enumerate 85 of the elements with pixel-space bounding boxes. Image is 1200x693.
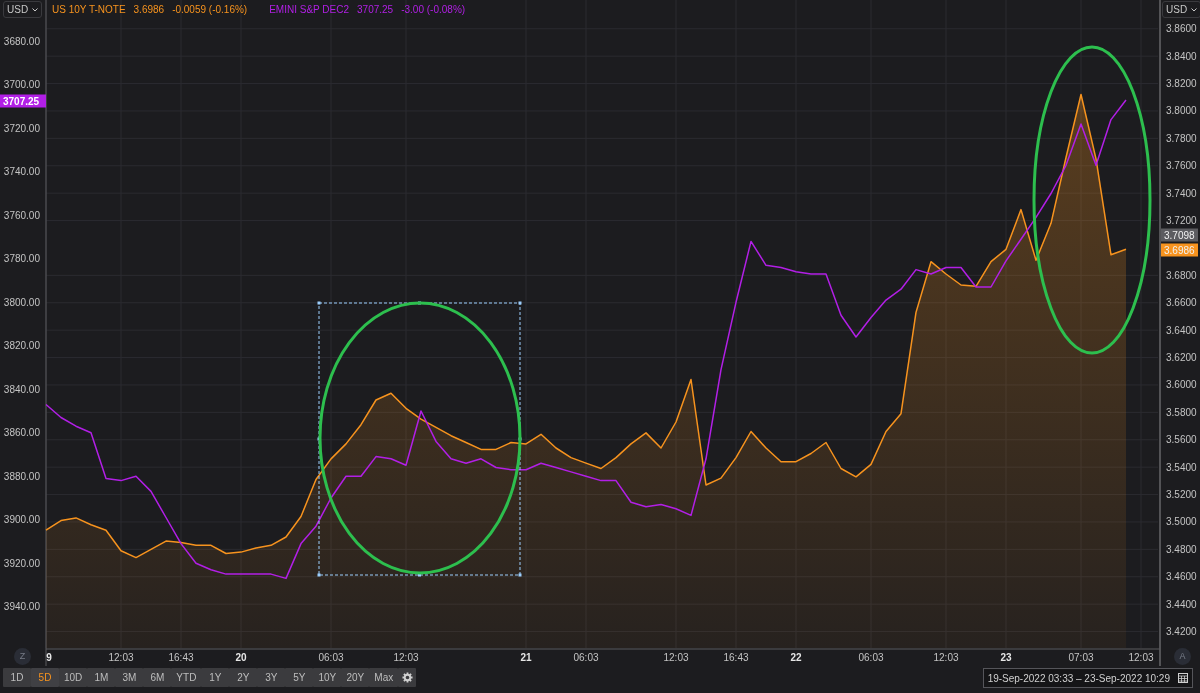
legend-series-name: US 10Y T-NOTE [52,3,126,17]
axis-label: 3.7400 [1166,187,1197,199]
axis-label: 3800.00 [3,296,40,308]
axis-label: 16:43 [168,652,194,663]
axis-label: 3880.00 [3,470,40,482]
axis-label: 3900.00 [3,514,40,526]
axis-label: 22 [790,652,802,663]
price-tag: 3.6986 [1161,243,1198,257]
axis-label: 3740.00 [3,166,40,178]
axis-label: 07:03 [1068,652,1094,663]
axis-label: 3.4800 [1166,543,1197,555]
axis-label: 23 [1000,652,1012,663]
axis-label: 3.6000 [1166,379,1197,391]
legend-change: -0.0059 (-0.16%) [172,3,248,17]
axis-label: 3.5600 [1166,434,1197,446]
axis-label: 3.5400 [1166,461,1197,473]
settings-button[interactable] [398,668,417,687]
axis-label: 9 [46,652,52,663]
axis-label: 3840.00 [3,383,40,395]
axis-label: 20 [235,652,247,663]
legend-series-name: EMINI S&P DEC2 [269,3,350,17]
range-button[interactable]: 20Y [341,668,370,687]
axis-label: 3.6800 [1166,269,1197,281]
axis-label: 3.8400 [1166,50,1197,62]
legend-value: 3707.25 [357,3,394,17]
range-button[interactable]: 6M [143,668,172,687]
range-button[interactable]: 5D [31,668,59,687]
axis-label: 06:03 [573,652,599,663]
caret-icon [32,7,39,12]
axis-label: 3.5000 [1166,516,1197,528]
axis-label: 3.7200 [1166,215,1197,227]
axis-label: 3.6600 [1166,297,1197,309]
range-button[interactable]: 3M [115,668,144,687]
axis-label: 3920.00 [3,557,40,569]
range-button[interactable]: YTD [171,668,202,687]
range-button[interactable]: Max [369,668,399,687]
range-button[interactable]: 1M [87,668,116,687]
axis-label: 3.4400 [1166,598,1197,610]
currency-dropdown[interactable]: USD [1162,1,1200,18]
axis-label: 3.4200 [1166,626,1197,638]
axis-label: 12:03 [663,652,689,663]
axis-label: 3.8000 [1166,105,1197,117]
caret-icon [1191,7,1198,12]
axis-label: 3.8200 [1166,78,1197,90]
axis-label: 3.7600 [1166,160,1197,172]
range-button[interactable]: 10Y [313,668,342,687]
axis-label: 3.8600 [1166,23,1197,35]
axis-label: 06:03 [318,652,344,663]
axis-label: 3780.00 [3,253,40,265]
axis-label: 3760.00 [3,209,40,221]
axis-label: 3940.00 [3,601,40,613]
legend-value: 3.6986 [133,3,165,17]
zoom-button[interactable]: Z [14,648,31,665]
auto-scale-button[interactable]: A [1174,648,1191,665]
axis-label: 3.6400 [1166,324,1197,336]
legend-change: -3.00 (-0.08%) [401,3,466,17]
price-tag: 3.7098 [1161,228,1198,242]
settings-icon [401,672,413,683]
axis-label: 3720.00 [3,122,40,134]
axis-label: 12:03 [393,652,419,663]
axis-label: 3700.00 [3,79,40,91]
axis-label: 06:03 [858,652,884,663]
axis-label: 3.7800 [1166,132,1197,144]
axis-label: 16:43 [723,652,749,663]
axis-label: 12:03 [1128,652,1154,663]
range-button[interactable]: 10D [59,668,88,687]
axis-label: 12:03 [933,652,959,663]
axis-label: 21 [520,652,532,663]
axis-label: 3680.00 [3,35,40,47]
axis-label: 3.5800 [1166,406,1197,418]
axis-label: 3860.00 [3,427,40,439]
calendar-icon[interactable] [1178,673,1188,683]
axis-label: 3.4600 [1166,571,1197,583]
date-range-field[interactable]: 19-Sep-2022 03:33 – 23-Sep-2022 10:29 [982,668,1193,688]
range-button[interactable]: 3Y [257,668,286,687]
axis-label: 3.6200 [1166,352,1197,364]
axis-label: 3.5200 [1166,489,1197,501]
axis-label: 12:03 [108,652,134,663]
axis-label: 3820.00 [3,340,40,352]
range-button[interactable]: 5Y [285,668,314,687]
range-button[interactable]: 1Y [201,668,230,687]
range-button[interactable]: 1D [3,668,31,687]
currency-dropdown[interactable]: USD [3,1,43,18]
range-button[interactable]: 2Y [229,668,258,687]
price-tag: 3707.25 [0,94,46,108]
